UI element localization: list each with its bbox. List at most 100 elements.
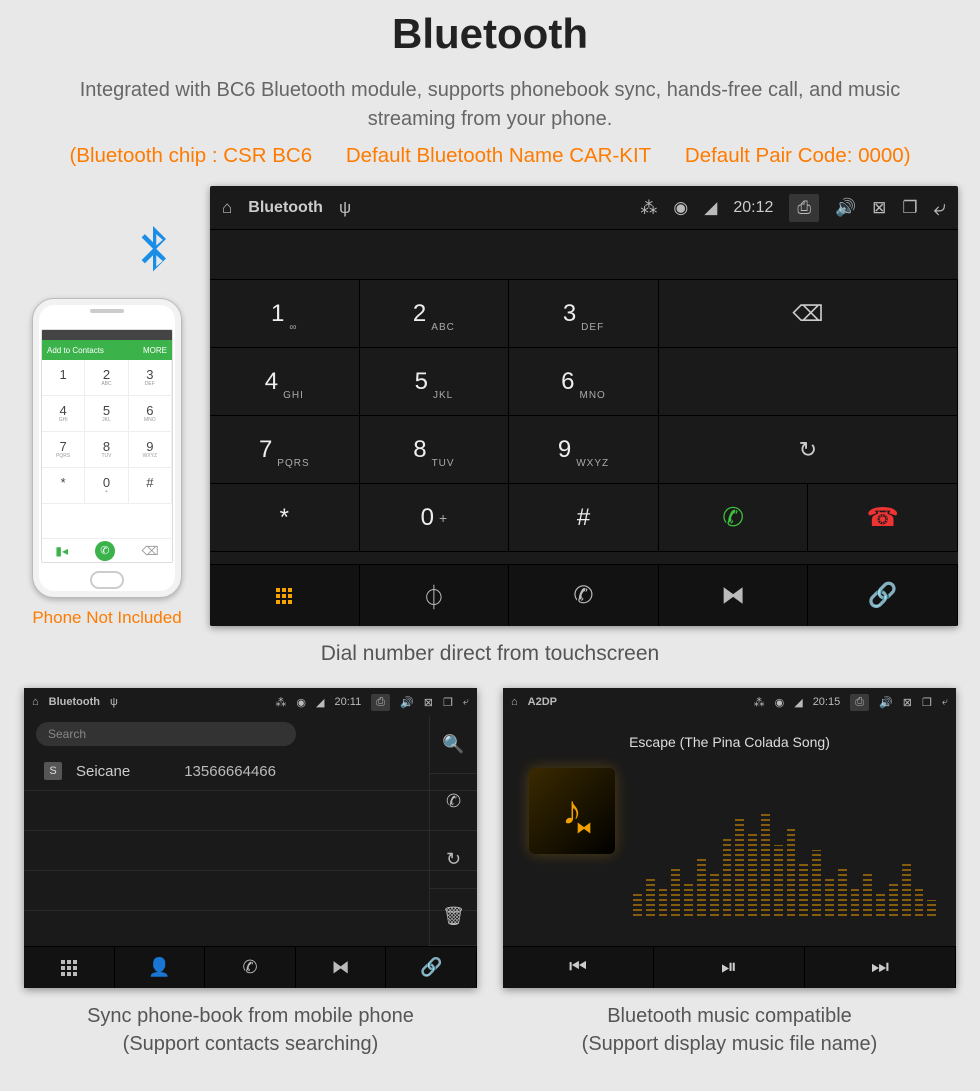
bluetooth-nav-icon: ⧓ [721,581,745,610]
status-bar: ⌂ A2DP ⁂ ◉ ◢ 20:15 ⎙ 🔊 ⊠ ❐ ⤶ [503,688,956,716]
home-icon[interactable]: ⌂ [511,696,518,708]
phone-caption: Phone Not Included [22,608,192,628]
nav-calls[interactable]: ✆ [205,947,296,988]
close-icon[interactable]: ⊠ [424,696,433,709]
bluetooth-badge-icon: ⧓ [576,818,592,838]
backspace-icon: ⌫ [142,544,159,558]
phone-column: ››› Add to Contacts MORE 1 2ABC 3DEF 4GH… [22,186,192,628]
nav-keypad[interactable] [210,565,360,626]
phone-keypad: 1 2ABC 3DEF 4GHI 5JKL 6MNO 7PQRS 8TUV 9W… [42,360,172,504]
bluetooth-status-icon: ⁂ [754,696,765,709]
status-time: 20:11 [335,696,362,708]
dial-keypad: 1∞ 2ABC 3DEF ⌫ 4GHI 5JKL 6MNO 7PQRS 8TUV… [210,280,958,552]
equalizer-visual [633,806,936,916]
back-icon[interactable]: ⤶ [463,696,469,709]
recent-apps-icon[interactable]: ❐ [922,696,932,709]
hangup-button[interactable]: ☎ [808,484,958,552]
close-icon[interactable]: ⊠ [903,696,912,709]
sync-button[interactable]: ↻ [430,831,477,889]
dialer-caption: Dial number direct from touchscreen [0,642,980,666]
key-2[interactable]: 2ABC [360,280,510,348]
usb-icon: ψ [110,696,118,708]
key-hash[interactable]: # [509,484,659,552]
home-icon[interactable]: ⌂ [222,198,232,218]
keypad-icon [61,960,77,976]
next-button[interactable]: ⏭ [805,947,956,988]
search-input[interactable]: Search [36,722,296,746]
nav-link[interactable]: 🔗 [808,565,958,626]
redial-button[interactable]: ↻ [659,416,958,484]
home-icon[interactable]: ⌂ [32,696,39,708]
key-3[interactable]: 3DEF [509,280,659,348]
music-panel: ⌂ A2DP ⁂ ◉ ◢ 20:15 ⎙ 🔊 ⊠ ❐ ⤶ Escape (The… [503,688,956,988]
nav-calls[interactable]: ✆ [509,565,659,626]
volume-icon[interactable]: 🔊 [879,696,893,709]
key-8[interactable]: 8TUV [360,416,510,484]
page-subtitle: Integrated with BC6 Bluetooth module, su… [0,76,980,134]
key-4[interactable]: 4GHI [210,348,360,416]
player-controls: ⏮ ⏯ ⏭ [503,946,956,988]
bluetooth-specs: (Bluetooth chip : CSR BC6 Default Blueto… [0,144,980,168]
contact-badge: S [44,762,62,780]
camera-icon[interactable]: ⎙ [789,194,819,222]
close-icon[interactable]: ⊠ [872,198,886,218]
back-icon[interactable]: ⤶ [934,195,946,221]
phonebook-panel: ⌂ Bluetooth ψ ⁂ ◉ ◢ 20:11 ⎙ 🔊 ⊠ ❐ ⤶ Sear… [24,688,477,988]
album-art: ♪⧓ [529,768,615,854]
location-icon: ◉ [673,198,688,218]
usb-icon: ψ [339,198,351,218]
camera-icon[interactable]: ⎙ [850,694,869,711]
status-time: 20:15 [813,696,841,708]
back-icon[interactable]: ⤶ [942,696,948,709]
key-7[interactable]: 7PQRS [210,416,360,484]
status-title: Bluetooth [49,696,100,708]
play-pause-button[interactable]: ⏯ [654,947,805,988]
location-icon: ◉ [296,696,306,709]
video-call-icon: ▮◂ [55,544,68,558]
phone-mockup: Add to Contacts MORE 1 2ABC 3DEF 4GHI 5J… [32,298,182,598]
nav-contacts[interactable]: ⏀ [360,565,510,626]
key-9[interactable]: 9WXYZ [509,416,659,484]
nav-keypad[interactable] [24,947,115,988]
key-star[interactable]: * [210,484,360,552]
nav-link[interactable]: 🔗 [386,947,477,988]
backspace-button[interactable]: ⌫ [659,280,958,348]
music-note-icon: ♪⧓ [562,789,582,834]
wifi-icon: ◢ [794,696,802,709]
nav-contacts[interactable]: 👤 [115,947,206,988]
phone-icon: ✆ [573,581,593,610]
volume-icon[interactable]: 🔊 [400,696,414,709]
nav-bluetooth[interactable]: ⧓ [296,947,387,988]
delete-button[interactable]: 🗑 [430,889,477,947]
call-button[interactable]: ✆ [659,484,809,552]
bottom-nav: ⏀ ✆ ⧓ 🔗 [210,564,958,626]
contact-number: 13566664466 [184,763,276,780]
status-title: Bluetooth [248,199,323,217]
nav-bluetooth[interactable]: ⧓ [659,565,809,626]
song-title: Escape (The Pina Colada Song) [629,734,830,750]
call-icon: ✆ [95,541,115,561]
recent-apps-icon[interactable]: ❐ [902,198,917,218]
search-button[interactable]: 🔍 [430,716,477,774]
phone-header-more: MORE [143,346,167,355]
wifi-icon: ◢ [316,696,324,709]
call-button[interactable]: ✆ [430,774,477,832]
wifi-icon: ◢ [704,198,717,218]
side-actions: 🔍 ✆ ↻ 🗑 [429,716,477,946]
key-0[interactable]: 0+ [360,484,510,552]
status-title: A2DP [528,696,557,708]
key-5[interactable]: 5JKL [360,348,510,416]
key-6[interactable]: 6MNO [509,348,659,416]
bluetooth-status-icon: ⁂ [275,696,286,709]
music-column: ⌂ A2DP ⁂ ◉ ◢ 20:15 ⎙ 🔊 ⊠ ❐ ⤶ Escape (The… [503,688,956,1058]
person-icon: 👤 [148,957,170,978]
headunit-dialer: ⌂ Bluetooth ψ ⁂ ◉ ◢ 20:12 ⎙ 🔊 ⊠ ❐ ⤶ 1∞ 2… [210,186,958,626]
contact-row[interactable]: S Seicane 13566664466 [24,752,477,791]
volume-icon[interactable]: 🔊 [835,198,856,218]
page-title: Bluetooth [0,10,980,58]
key-1[interactable]: 1∞ [210,280,360,348]
location-icon: ◉ [775,696,785,709]
recent-apps-icon[interactable]: ❐ [443,696,453,709]
prev-button[interactable]: ⏮ [503,947,654,988]
camera-icon[interactable]: ⎙ [371,694,390,711]
